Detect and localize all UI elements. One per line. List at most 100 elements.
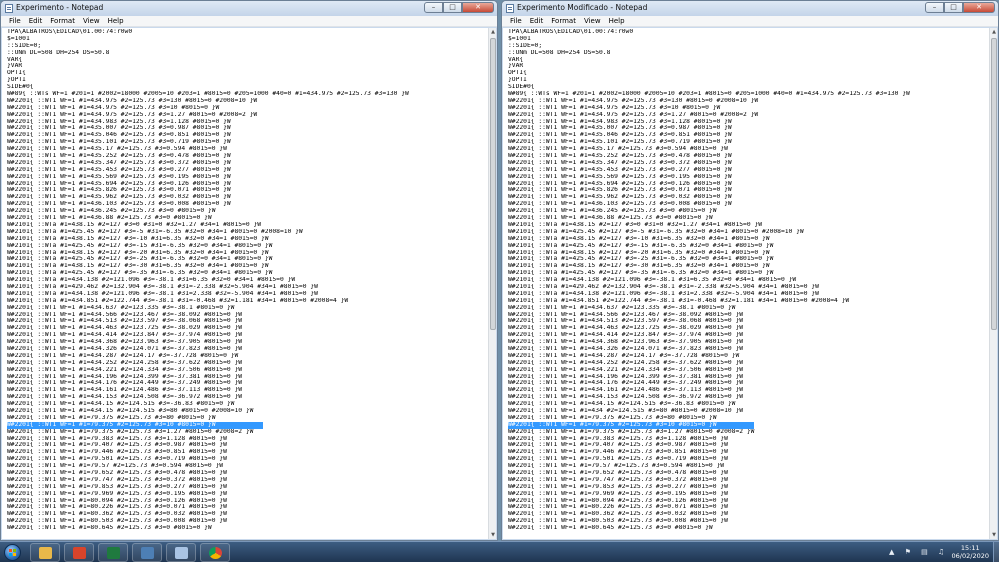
notepad-window-modified[interactable]: Experimento Modificado - Notepad – □ ✕ F… xyxy=(501,0,999,541)
editor-lines: TPA\ALBATROS\EDICAD\01.00:74:r0w0 $=1001:… xyxy=(508,29,989,532)
minimize-button[interactable]: – xyxy=(424,2,443,13)
text-line: W#2101{ ::WTa #1=425.45 #2=127 #3=-15 #3… xyxy=(7,242,273,249)
scroll-up-icon[interactable]: ▲ xyxy=(990,28,998,36)
maximize-button[interactable]: □ xyxy=(944,2,963,13)
selected-text-line: W#2201{ ::WT1 WF=1 #1=79.375 #2=125.73 #… xyxy=(508,421,754,429)
scroll-up-icon[interactable]: ▲ xyxy=(489,28,497,36)
text-line: SIDE#0{ xyxy=(508,84,535,91)
text-line: W#2201{ ::WT1 WF=1 #1=434.975 #2=125.73 … xyxy=(7,97,258,104)
text-line: W#2201{ ::WT1 WF=1 #1=79.853 #2=125.73 #… xyxy=(508,483,728,490)
taskbar-button[interactable] xyxy=(166,543,196,562)
text-line: W#2201{ ::WT1 WF=1 #1=434.566 #2=123.467… xyxy=(7,311,243,318)
menu-help[interactable]: Help xyxy=(605,16,629,26)
taskbar-button[interactable] xyxy=(98,543,128,562)
menu-view[interactable]: View xyxy=(580,16,605,26)
vertical-scrollbar[interactable]: ▲ ▼ xyxy=(989,28,997,539)
text-line: W#2101{ ::WTa #1=425.45 #2=127 #3=-25 #3… xyxy=(7,256,273,263)
text-line: W#2201{ ::WT1 WF=1 #1=434.975 #2=125.73 … xyxy=(7,104,220,111)
text-line: W#2201{ ::WT1 WF=1 #1=434.414 #2=123.847… xyxy=(7,332,243,339)
taskbar-button[interactable] xyxy=(64,543,94,562)
text-line: W#2201{ ::WT1 WF=1 #1=79.383 #2=125.73 #… xyxy=(7,435,227,442)
text-line: W#2101{ ::WTa #1=438.15 #2=127 #3=-10 #3… xyxy=(7,235,269,242)
vertical-scrollbar[interactable]: ▲ ▼ xyxy=(488,28,496,539)
text-line: W#2201{ ::WT1 WF=1 #1=435.007 #2=125.73 … xyxy=(508,125,732,132)
text-line: W#2201{ ::WT1 WF=1 #1=79.446 #2=125.73 #… xyxy=(7,449,227,456)
text-line: W#2201{ ::WT1 WF=1 #1=435.453 #2=125.73 … xyxy=(7,166,231,173)
text-line: W#2201{ ::WT1 WF=1 #1=79.375 #2=125.73 #… xyxy=(7,428,254,435)
text-line: W#2201{ ::WT1 WF=1 #1=435.101 #2=125.73 … xyxy=(7,139,231,146)
editor-lines: TPA\ALBATROS\EDICAD\01.00:74:r0w0 $=1001:… xyxy=(7,29,488,532)
windows-explorer-icon xyxy=(39,547,52,559)
text-editor[interactable]: TPA\ALBATROS\EDICAD\01.00:74:r0w0 $=1001:… xyxy=(503,28,989,539)
scroll-down-icon[interactable]: ▼ xyxy=(990,531,998,539)
clock[interactable]: 15:11 06/02/2020 xyxy=(952,544,989,560)
text-line: VAR{ xyxy=(7,56,23,63)
text-line: W#2201{ ::WT1 WF=1 #1=434.463 #2=123.725… xyxy=(508,325,744,332)
menu-file[interactable]: File xyxy=(506,16,526,26)
notepad-icon xyxy=(175,547,188,559)
close-button[interactable]: ✕ xyxy=(963,2,995,13)
text-line: W#2201{ ::WT1 WF=1 #1=434.176 #2=124.449… xyxy=(7,380,243,387)
notepad-window-original[interactable]: Experimento - Notepad – □ ✕ File Edit Fo… xyxy=(0,0,498,541)
text-line: W#2201{ ::WT1 WF=1 #1=79.652 #2=125.73 #… xyxy=(7,470,227,476)
menu-edit[interactable]: Edit xyxy=(25,16,47,26)
text-line: ::SIDE=0; xyxy=(7,42,42,49)
text-line: W#2201{ ::WT1 WF=1 #1=434.975 #2=125.73 … xyxy=(508,97,759,104)
text-line: W#2201{ ::WT1 WF=1 #1=434.287 #2=124.17 … xyxy=(7,352,239,359)
text-line: W#2201{ ::WT1 WF=1 #1=435.569 #2=125.73 … xyxy=(7,173,231,180)
taskbar-button[interactable] xyxy=(30,543,60,562)
text-line: W#2201{ ::WT1 WF=1 #1=434.975 #2=125.73 … xyxy=(7,111,258,118)
taskbar-button[interactable] xyxy=(132,543,162,562)
windows-logo-icon xyxy=(9,549,17,557)
text-line: W#2201{ ::WT1 WF=1 #1=434.161 #2=124.486… xyxy=(7,387,243,394)
text-line: W#2201{ ::WT1 WF=1 #1=434.513 #2=123.597… xyxy=(508,318,744,325)
scroll-down-icon[interactable]: ▼ xyxy=(489,531,497,539)
maximize-button[interactable]: □ xyxy=(443,2,462,13)
text-line: }OPTI xyxy=(508,77,527,84)
text-line: TPA\ALBATROS\EDICAD\01.00:74:r0w0 xyxy=(7,29,133,35)
text-line: W#2201{ ::WT1 WF=1 #1=79.407 #2=125.73 #… xyxy=(7,442,227,449)
text-line: W#2201{ ::WT1 WF=1 #1=434.983 #2=125.73 … xyxy=(7,118,231,125)
text-line: W#2201{ ::WT1 WF=1 #1=435.252 #2=125.73 … xyxy=(508,153,732,160)
close-button[interactable]: ✕ xyxy=(462,2,494,13)
text-line: W#2201{ ::WT1 WF=1 #1=435.694 #2=125.73 … xyxy=(508,180,732,187)
notepad-icon xyxy=(5,4,13,13)
text-line: W#2201{ ::WT1 WF=1 #1=434.153 #2=124.508… xyxy=(7,394,243,401)
title-bar[interactable]: Experimento Modificado - Notepad – □ ✕ xyxy=(502,1,998,16)
text-line: W#2201{ ::WT1 WF=1 #1=436.88 #2=125.73 #… xyxy=(7,215,212,222)
text-line: }VAR xyxy=(508,63,524,70)
text-line: W#2201{ ::WT1 WF=1 #1=434.326 #2=124.071… xyxy=(508,345,744,352)
menu-bar: File Edit Format View Help xyxy=(502,16,998,27)
clock-time: 15:11 xyxy=(960,544,980,552)
window-controls: – □ ✕ xyxy=(424,2,494,14)
menu-edit[interactable]: Edit xyxy=(526,16,548,26)
start-button[interactable] xyxy=(4,544,21,561)
text-editor[interactable]: TPA\ALBATROS\EDICAD\01.00:74:r0w0 $=1001:… xyxy=(2,28,488,539)
text-line: W#2101{ ::WTa #1=438.15 #2=127 #3=-20 #3… xyxy=(7,249,269,256)
menu-format[interactable]: Format xyxy=(46,16,79,26)
minimize-button[interactable]: – xyxy=(925,2,944,13)
tray-icons[interactable]: ▲ ⚑ ▤ ♫ xyxy=(889,548,948,556)
text-line: $=1001 xyxy=(508,35,531,42)
menu-view[interactable]: View xyxy=(79,16,104,26)
text-line: W#2201{ ::WT1 WF=1 #1=436.245 #2=125.73 … xyxy=(508,208,717,215)
text-line: W#2201{ ::WT1 WF=1 #1=79.969 #2=125.73 #… xyxy=(7,490,227,497)
show-desktop-button[interactable] xyxy=(993,542,999,562)
scroll-thumb[interactable] xyxy=(991,38,997,330)
menu-help[interactable]: Help xyxy=(104,16,128,26)
scroll-thumb[interactable] xyxy=(490,38,496,330)
menu-file[interactable]: File xyxy=(5,16,25,26)
title-bar[interactable]: Experimento - Notepad – □ ✕ xyxy=(1,1,497,16)
taskbar-button[interactable] xyxy=(200,543,230,562)
text-line: W#2201{ ::WT1 WF=1 #1=79.383 #2=125.73 #… xyxy=(508,435,728,442)
text-line: W#2201{ ::WT1 WF=1 #1=435.17 #2=125.73 #… xyxy=(508,146,728,153)
text-line: W#2201{ ::WT1 WF=1 #1=79.375 #2=125.73 #… xyxy=(508,428,755,435)
window-title: Experimento - Notepad xyxy=(16,3,104,12)
text-line: W#2201{ ::WT1 WF=1 #1=435.453 #2=125.73 … xyxy=(508,166,732,173)
text-line: W#2201{ ::WT1 WF=1 #1=435.569 #2=125.73 … xyxy=(508,173,732,180)
menu-format[interactable]: Format xyxy=(547,16,580,26)
text-line: W#2201{ ::WT1 WF=1 #1=434.252 #2=124.258… xyxy=(7,359,243,366)
text-line: W#2101{ ::WTa #1=438.15 #2=127 #3=-10 #3… xyxy=(508,235,770,242)
text-line: W#2201{ ::WT1 WF=1 #1=80.645 #2=125.73 #… xyxy=(7,525,212,532)
menu-bar: File Edit Format View Help xyxy=(1,16,497,27)
